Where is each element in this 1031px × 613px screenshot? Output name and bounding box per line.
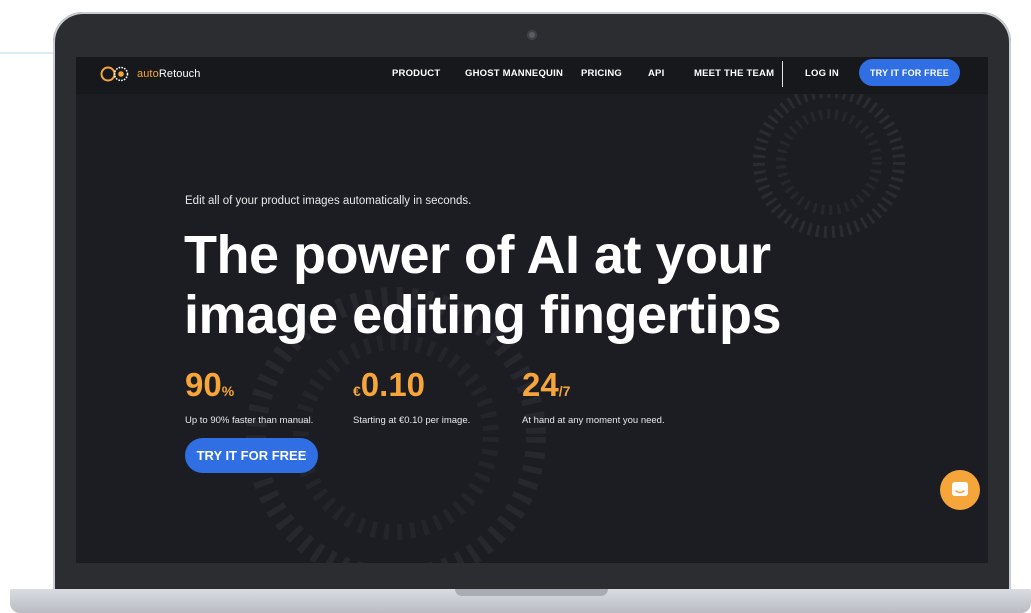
stat-availability-description: At hand at any moment you need.: [522, 415, 665, 426]
top-navigation-bar: autoRetouch PRODUCT GHOST MANNEQUIN PRIC…: [76, 57, 988, 94]
laptop-camera: [527, 30, 537, 40]
stat-price: €0.10 Starting at €0.10 per image.: [353, 365, 470, 426]
stat-price-description: Starting at €0.10 per image.: [353, 415, 471, 426]
laptop-base-notch: [455, 589, 608, 596]
stat-price-value: €0.10: [353, 366, 426, 403]
nav-item-api[interactable]: API: [648, 68, 664, 79]
stat-speed-value: 90%: [185, 366, 235, 403]
nav-item-ghost-mannequin[interactable]: GHOST MANNEQUIN: [465, 68, 563, 79]
hero-headline-line-2: image editing fingertips: [184, 285, 782, 345]
stat-speed: 90% Up to 90% faster than manual.: [185, 365, 313, 426]
hero-headline: The power of AI at your image editing fi…: [184, 225, 884, 345]
laptop-screen: autoRetouch PRODUCT GHOST MANNEQUIN PRIC…: [76, 57, 988, 563]
chat-launcher-button[interactable]: [940, 470, 980, 510]
chat-icon: [952, 482, 968, 496]
stat-speed-description: Up to 90% faster than manual.: [185, 415, 314, 426]
brand-logo[interactable]: autoRetouch: [100, 65, 200, 83]
nav-item-meet-the-team[interactable]: MEET THE TEAM: [694, 68, 774, 79]
nav-item-product[interactable]: PRODUCT: [392, 68, 440, 79]
stat-availability-value: 24/7: [522, 366, 571, 403]
stat-availability: 24/7 At hand at any moment you need.: [522, 365, 665, 426]
nav-divider: [782, 61, 783, 87]
autoretouch-logo-icon: [100, 66, 129, 82]
decorative-ring-icon: [753, 92, 905, 238]
login-link[interactable]: LOG IN: [805, 68, 839, 79]
hero-tagline: Edit all of your product images automati…: [185, 195, 472, 207]
hero-try-free-button[interactable]: TRY IT FOR FREE: [185, 438, 318, 473]
nav-try-free-button[interactable]: TRY IT FOR FREE: [859, 59, 960, 86]
background-accent-line: [0, 52, 60, 54]
nav-item-pricing[interactable]: PRICING: [581, 68, 622, 79]
brand-name: autoRetouch: [137, 68, 201, 80]
hero-headline-line-1: The power of AI at your: [184, 225, 771, 285]
